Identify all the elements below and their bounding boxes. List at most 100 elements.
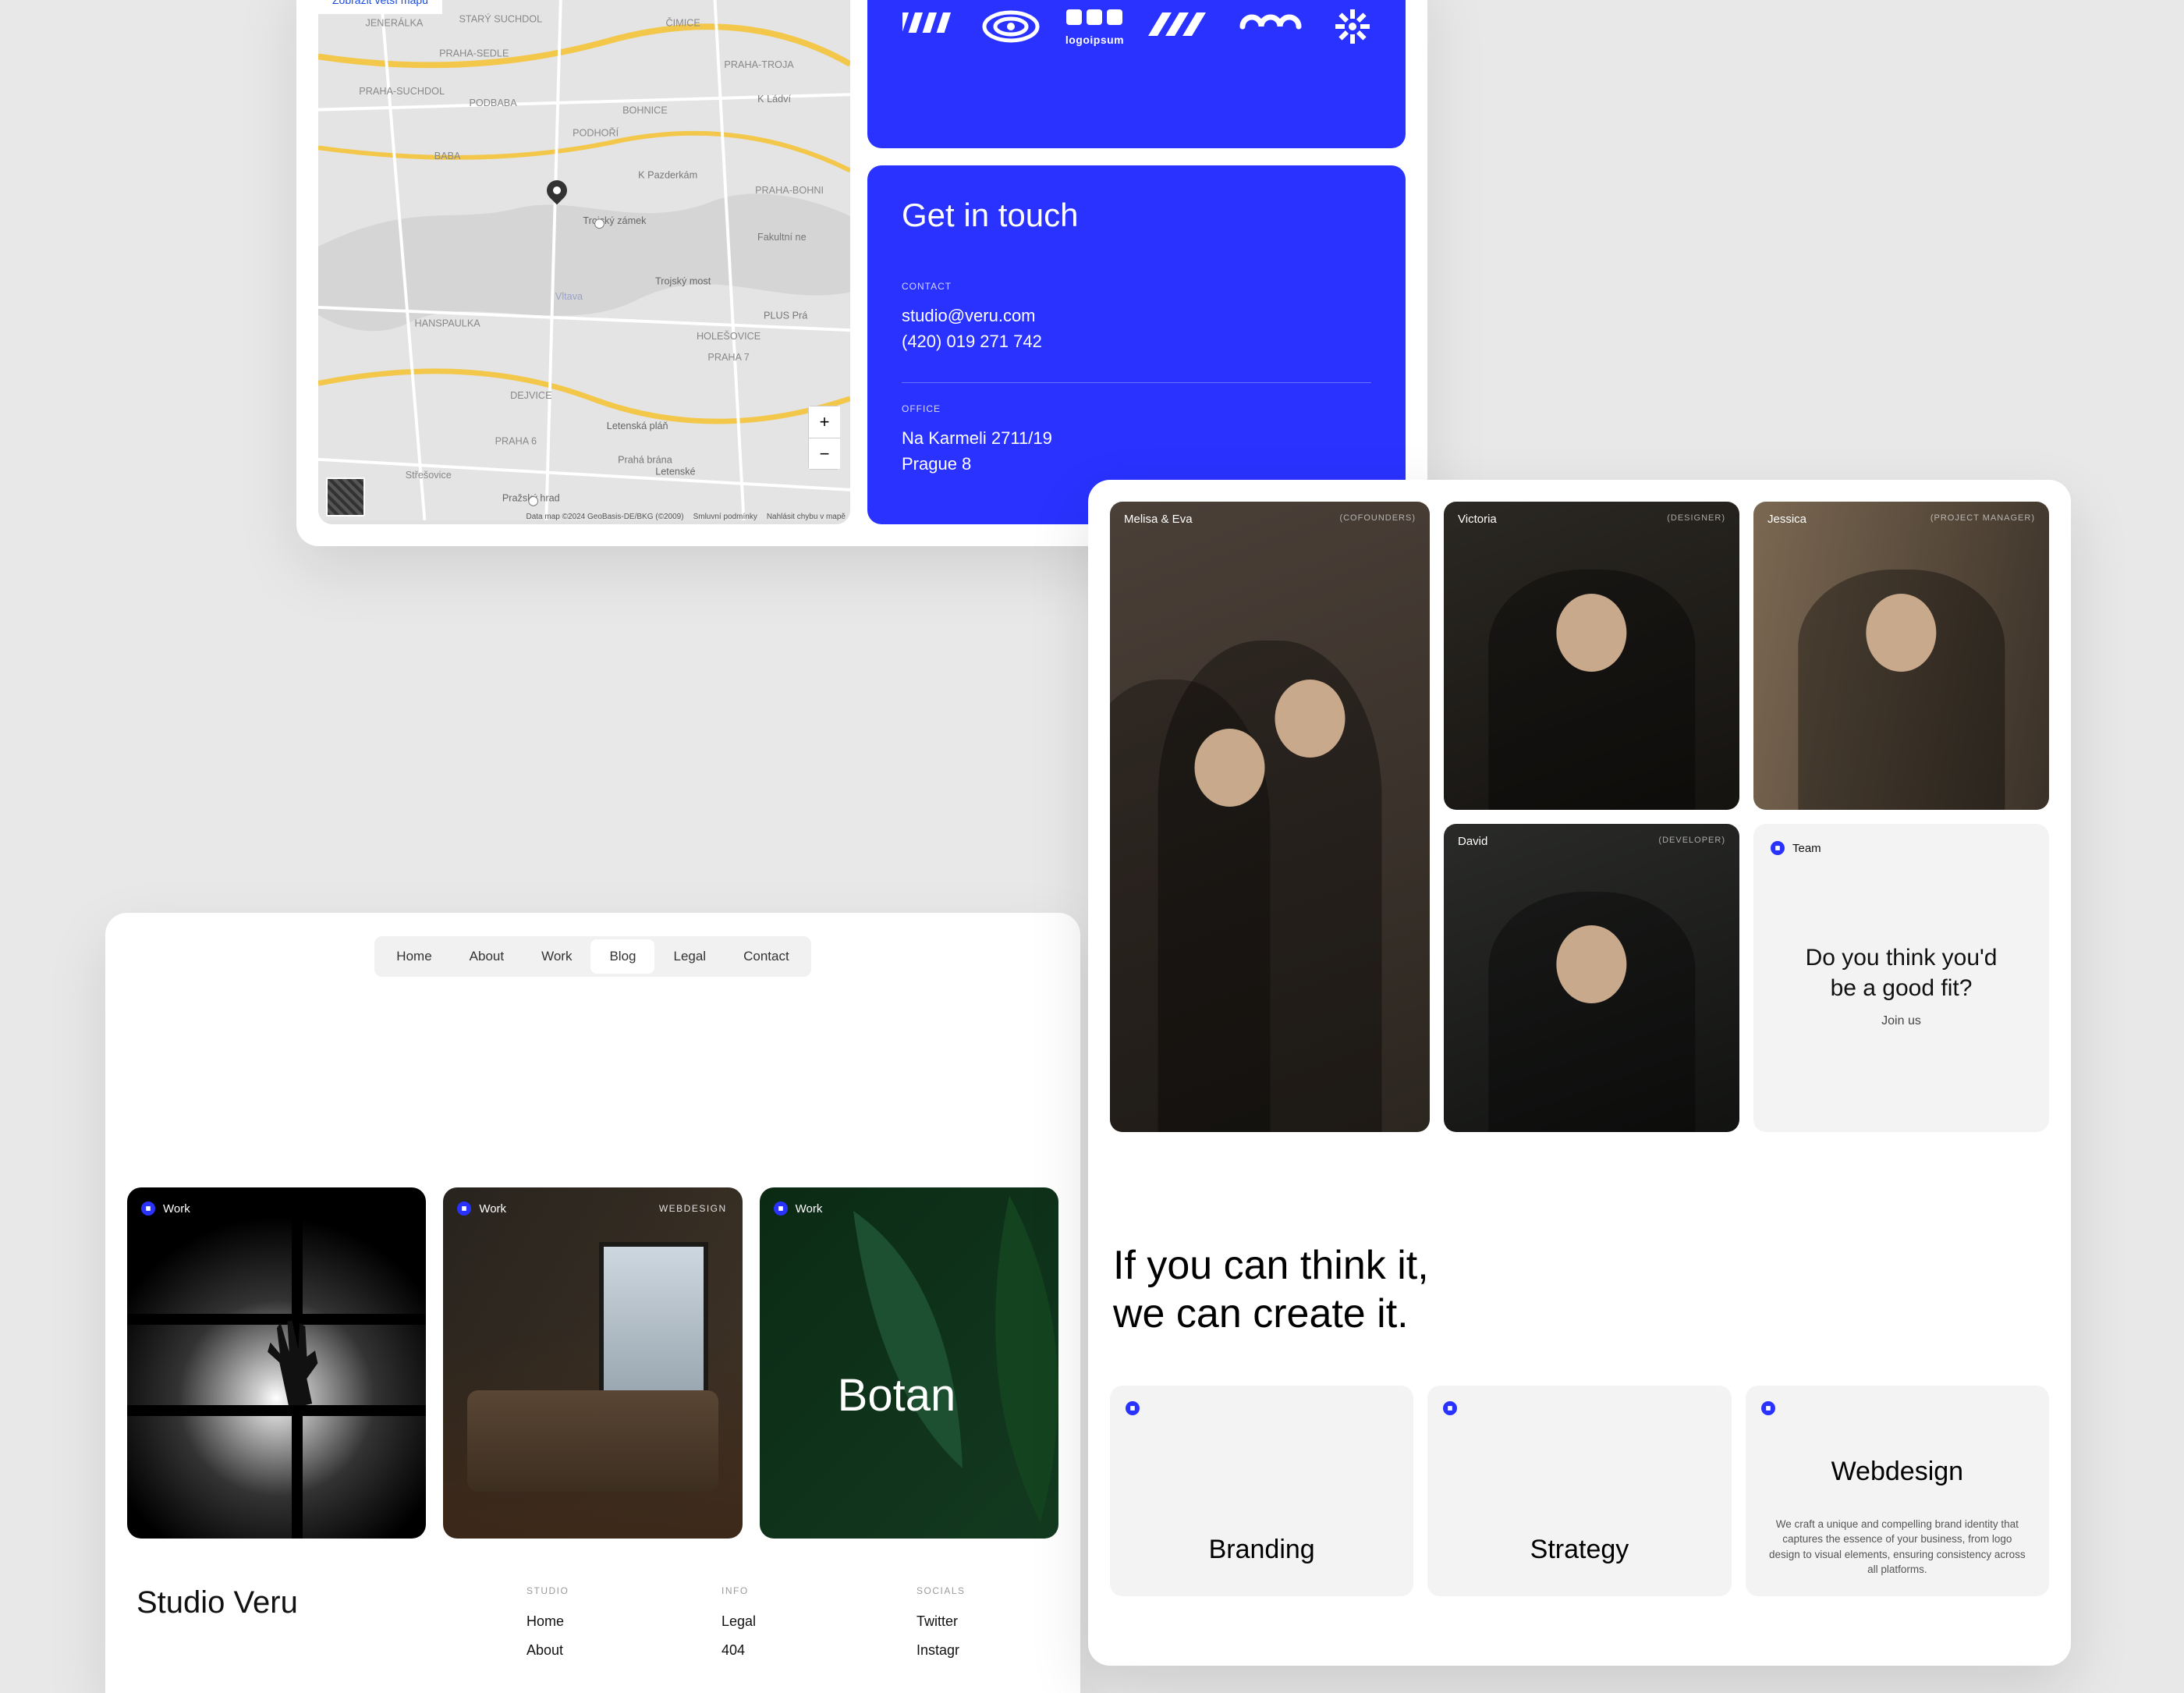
join-heading-1: Do you think you'd — [1806, 945, 1998, 971]
map-zoom-control: + − — [808, 406, 839, 470]
map-report-link[interactable]: Nahlásit chybu v mapě — [767, 513, 846, 521]
partner-logo-icon — [902, 8, 957, 45]
partner-logo-icon — [1233, 8, 1311, 45]
footer-link[interactable]: Legal — [722, 1613, 854, 1630]
service-card-branding[interactable]: Branding — [1110, 1386, 1413, 1596]
team-name: Victoria — [1458, 513, 1497, 526]
svg-text:Střešovice: Střešovice — [406, 470, 452, 481]
partner-logo-icon — [1334, 8, 1371, 45]
work-title: Botan — [838, 1369, 956, 1421]
team-member-card[interactable]: Victoria (DESIGNER) — [1444, 502, 1739, 810]
contact-title: Get in touch — [902, 197, 1371, 234]
team-name: David — [1458, 835, 1487, 848]
chip-dot-icon — [1761, 1401, 1775, 1415]
nav-work[interactable]: Work — [523, 939, 590, 974]
team-join-card[interactable]: Team Do you think you'd be a good fit? J… — [1753, 824, 2049, 1132]
team-member-card[interactable]: David (DEVELOPER) — [1444, 824, 1739, 1132]
map-panel[interactable]: JENERÁLKA STARÝ SUCHDOL PRAHA-SUCHDOL PO… — [318, 0, 850, 524]
primary-nav: Home About Work Blog Legal Contact — [374, 936, 810, 977]
footer-col-studio: STUDIO Home About — [526, 1585, 659, 1671]
nav-contact[interactable]: Contact — [725, 939, 808, 974]
chip-label: Work — [479, 1202, 506, 1216]
svg-text:PLUS Prá: PLUS Prá — [764, 311, 808, 321]
office-address-2: Prague 8 — [902, 451, 1371, 477]
zoom-out-button[interactable]: − — [809, 438, 840, 469]
service-title: Strategy — [1427, 1535, 1731, 1565]
leaf-icon — [760, 1187, 1058, 1539]
map-credits: Klávesové zkratky Data map ©2024 GeoBasi… — [526, 513, 846, 521]
chip-dot-icon — [1126, 1401, 1140, 1415]
svg-text:DEJVICE: DEJVICE — [510, 390, 551, 401]
svg-text:K Pazderkám: K Pazderkám — [638, 169, 697, 180]
nav-legal[interactable]: Legal — [654, 939, 725, 974]
svg-text:JENERÁLKA: JENERÁLKA — [365, 16, 423, 28]
team-member-card[interactable]: Jessica (PROJECT MANAGER) — [1753, 502, 2049, 810]
footer-link[interactable]: Home — [526, 1613, 659, 1630]
chip-label: Team — [1792, 842, 1821, 855]
services-grid: Branding Strategy Webdesign We craft a u… — [1110, 1386, 2049, 1596]
contact-box: Get in touch CONTACT studio@veru.com (42… — [867, 165, 1406, 524]
svg-text:Letenské: Letenské — [655, 466, 695, 477]
chip-label: Work — [163, 1202, 190, 1216]
chip-dot-icon — [1443, 1401, 1457, 1415]
contact-label: CONTACT — [902, 281, 1371, 292]
nav-about[interactable]: About — [451, 939, 523, 974]
work-card[interactable]: Work Botan — [760, 1187, 1058, 1539]
team-name: Melisa & Eva — [1124, 513, 1193, 526]
partner-logo-icon — [980, 8, 1042, 45]
footer-link[interactable]: About — [526, 1642, 659, 1659]
svg-text:PODHOŘÍ: PODHOŘÍ — [573, 127, 619, 139]
partner-logo-icon: logoipsum — [1065, 8, 1126, 46]
contact-card: JENERÁLKA STARÝ SUCHDOL PRAHA-SUCHDOL PO… — [296, 0, 1427, 546]
map-satellite-thumb[interactable] — [326, 477, 365, 516]
svg-text:PODBABA: PODBABA — [469, 98, 517, 108]
divider — [902, 382, 1371, 383]
footer-link[interactable]: 404 — [722, 1642, 854, 1659]
svg-text:PRAHA 7: PRAHA 7 — [707, 352, 749, 363]
map-enlarge-link[interactable]: Zobrazit větší mapu — [332, 0, 428, 6]
svg-text:Vltava: Vltava — [555, 291, 583, 302]
svg-text:Letenská pláň: Letenská pláň — [607, 421, 668, 431]
team-member-card[interactable]: Melisa & Eva (COFOUNDERS) — [1110, 502, 1430, 1132]
svg-text:BABA: BABA — [434, 151, 461, 161]
footer-heading: STUDIO — [526, 1585, 659, 1596]
svg-text:BOHNICE: BOHNICE — [622, 105, 668, 116]
zoom-in-button[interactable]: + — [809, 406, 840, 438]
svg-text:Trojský most: Trojský most — [655, 276, 711, 287]
footer-col-info: INFO Legal 404 — [722, 1585, 854, 1671]
footer-link[interactable]: Instagr — [916, 1642, 1049, 1659]
contact-email[interactable]: studio@veru.com — [902, 303, 1371, 328]
svg-text:PRAHA-TROJA: PRAHA-TROJA — [724, 59, 794, 70]
team-role: (PROJECT MANAGER) — [1930, 513, 2035, 523]
services-headline: If you can think it, we can create it. — [1113, 1241, 2049, 1339]
nav-blog[interactable]: Blog — [590, 939, 654, 974]
nav-home[interactable]: Home — [378, 939, 450, 974]
team-grid: Melisa & Eva (COFOUNDERS) Victoria (DESI… — [1110, 502, 2049, 1132]
studio-card: Home About Work Blog Legal Contact Work … — [105, 913, 1080, 1693]
work-card[interactable]: Work — [127, 1187, 426, 1539]
team-role: (DESIGNER) — [1667, 513, 1725, 523]
work-card[interactable]: Work WEBDESIGN — [443, 1187, 742, 1539]
service-card-strategy[interactable]: Strategy — [1427, 1386, 1731, 1596]
work-row: Work Work WEBDESIGN Work Botan — [127, 1187, 1058, 1539]
map-illustration: JENERÁLKA STARÝ SUCHDOL PRAHA-SUCHDOL PO… — [318, 0, 850, 524]
join-cta[interactable]: Join us — [1771, 1014, 2032, 1028]
svg-text:Fakultní ne: Fakultní ne — [757, 232, 807, 243]
chip-dot-icon — [774, 1201, 788, 1216]
team-name: Jessica — [1767, 513, 1806, 526]
footer-heading: SOCIALS — [916, 1585, 1049, 1596]
contact-phone[interactable]: (420) 019 271 742 — [902, 328, 1371, 354]
map-info-box: 4C93+M3H Praha Zobrazit větší mapu Trasa — [318, 0, 442, 14]
svg-text:Prahá brána: Prahá brána — [618, 455, 673, 466]
join-heading-2: be a good fit? — [1831, 975, 1973, 1001]
map-data-credit: Data map ©2024 GeoBasis-DE/BKG (©2009) — [526, 513, 684, 521]
svg-text:Trojský zámek: Trojský zámek — [583, 215, 647, 226]
footer-link[interactable]: Twitter — [916, 1613, 1049, 1630]
svg-text:HOLEŠOVICE: HOLEŠOVICE — [697, 330, 760, 342]
map-terms-link[interactable]: Smluvní podmínky — [693, 513, 757, 521]
svg-text:HANSPAULKA: HANSPAULKA — [415, 318, 481, 328]
service-title: Branding — [1110, 1535, 1413, 1565]
service-title: Webdesign — [1746, 1457, 2049, 1487]
service-card-webdesign[interactable]: Webdesign We craft a unique and compelli… — [1746, 1386, 2049, 1596]
team-role: (COFOUNDERS) — [1339, 513, 1416, 523]
